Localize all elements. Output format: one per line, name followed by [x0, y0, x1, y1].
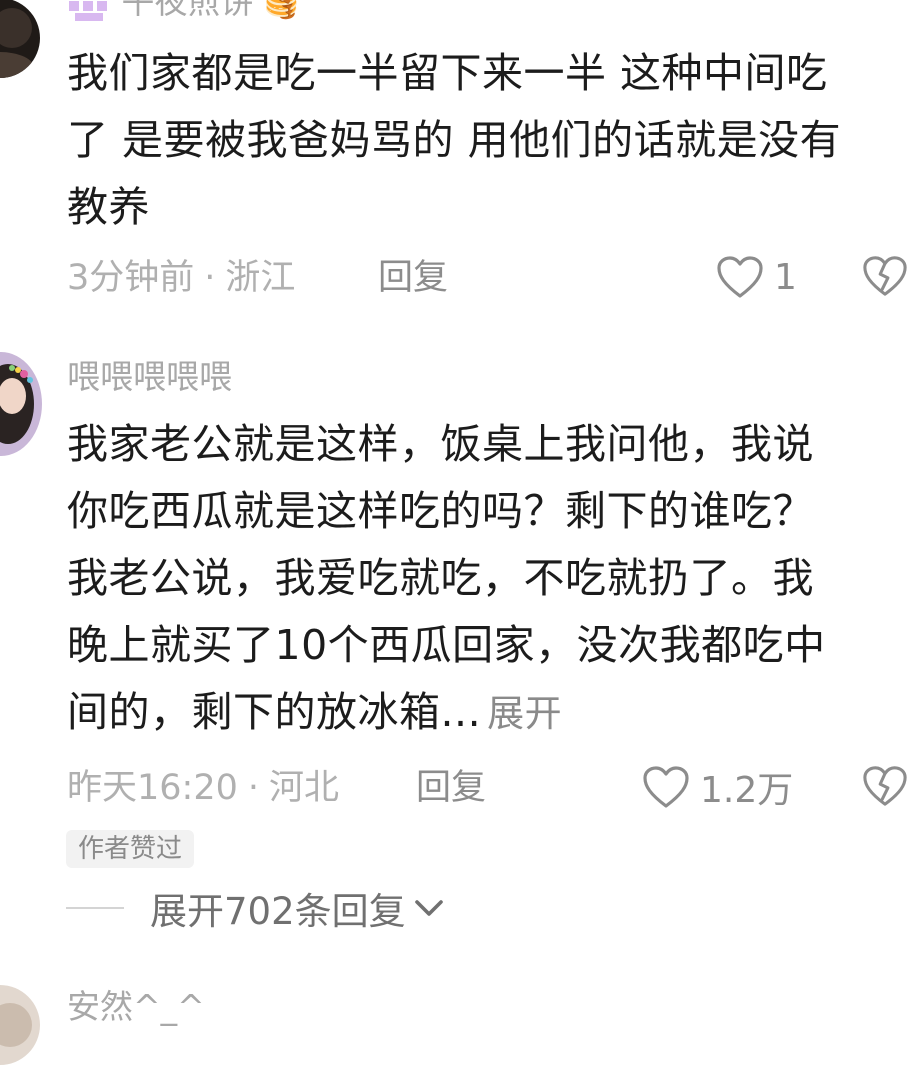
comment-line: 你吃西瓜就是这样吃的吗？剩下的谁吃？	[67, 487, 814, 535]
broken-heart-icon[interactable]	[862, 763, 908, 809]
avatar[interactable]	[0, 352, 42, 456]
like-button[interactable]: 1.2万	[642, 762, 793, 812]
comment-username[interactable]: 喂喂喂喂喂	[67, 357, 232, 397]
username-badge-icon	[67, 0, 111, 21]
comment-line: 我们家都是吃一半留下来一半 这种中间吃	[67, 49, 828, 97]
expand-replies-label: 展开702条回复	[150, 890, 406, 933]
comment-content[interactable]: 我家老公就是这样，饭桌上我问他，我说 你吃西瓜就是这样吃的吗？剩下的谁吃？ 我老…	[67, 411, 907, 747]
comment-time: 3分钟前	[67, 258, 195, 298]
like-count: 1.2万	[700, 770, 794, 811]
like-button[interactable]: 1	[716, 252, 797, 302]
meta-separator: ·	[204, 258, 216, 298]
meta-separator: ·	[247, 768, 260, 808]
heart-icon	[643, 766, 689, 808]
comment-time: 昨天16:20	[67, 768, 238, 808]
comment-item: 午夜煎饼 🥞 我们家都是吃一半留下来一半 这种中间吃 了 是要被我爸妈骂的 用他…	[0, 0, 923, 320]
author-liked-badge: 作者赞过	[66, 830, 195, 868]
expand-replies-button[interactable]: 展开702条回复	[66, 883, 446, 933]
comment-content[interactable]: 我们家都是吃一半留下来一半 这种中间吃 了 是要被我爸妈骂的 用他们的话就是没有…	[67, 40, 907, 241]
comment-line: 晚上就买了10个西瓜回家，没次我都吃中	[67, 621, 826, 669]
chevron-down-icon	[414, 900, 443, 916]
divider-line	[66, 907, 124, 909]
comment-location: 浙江	[225, 258, 296, 298]
comment-meta: 3分钟前 · 浙江	[67, 256, 295, 300]
comment-location: 河北	[269, 768, 340, 808]
comment-meta: 昨天16:20 · 河北	[67, 766, 339, 810]
broken-heart-icon[interactable]	[862, 253, 908, 299]
comment-line: 我老公说，我爱吃就吃，不吃就扔了。我	[67, 554, 814, 602]
comment-username[interactable]: 安然^_^	[67, 987, 205, 1027]
comment-line: 了 是要被我爸妈骂的 用他们的话就是没有	[67, 116, 842, 164]
expand-text-link[interactable]: 展开	[487, 692, 562, 735]
pancake-emoji: 🥞	[264, 0, 299, 20]
reply-button[interactable]: 回复	[378, 256, 448, 300]
avatar[interactable]	[0, 985, 40, 1065]
comment-line: 教养	[67, 183, 150, 231]
comment-line: 我家老公就是这样，饭桌上我问他，我说	[67, 420, 814, 468]
reply-button[interactable]: 回复	[416, 766, 486, 810]
avatar[interactable]	[0, 0, 40, 78]
like-count: 1	[774, 256, 797, 298]
comment-item: 喂喂喂喂喂 我家老公就是这样，饭桌上我问他，我说 你吃西瓜就是这样吃的吗？剩下的…	[0, 340, 923, 960]
comment-line: 间的，剩下的放冰箱... 展开	[67, 688, 563, 736]
comment-item: 安然^_^	[0, 975, 923, 1065]
heart-icon	[717, 256, 763, 298]
comment-username[interactable]: 午夜煎饼 🥞	[67, 0, 299, 24]
